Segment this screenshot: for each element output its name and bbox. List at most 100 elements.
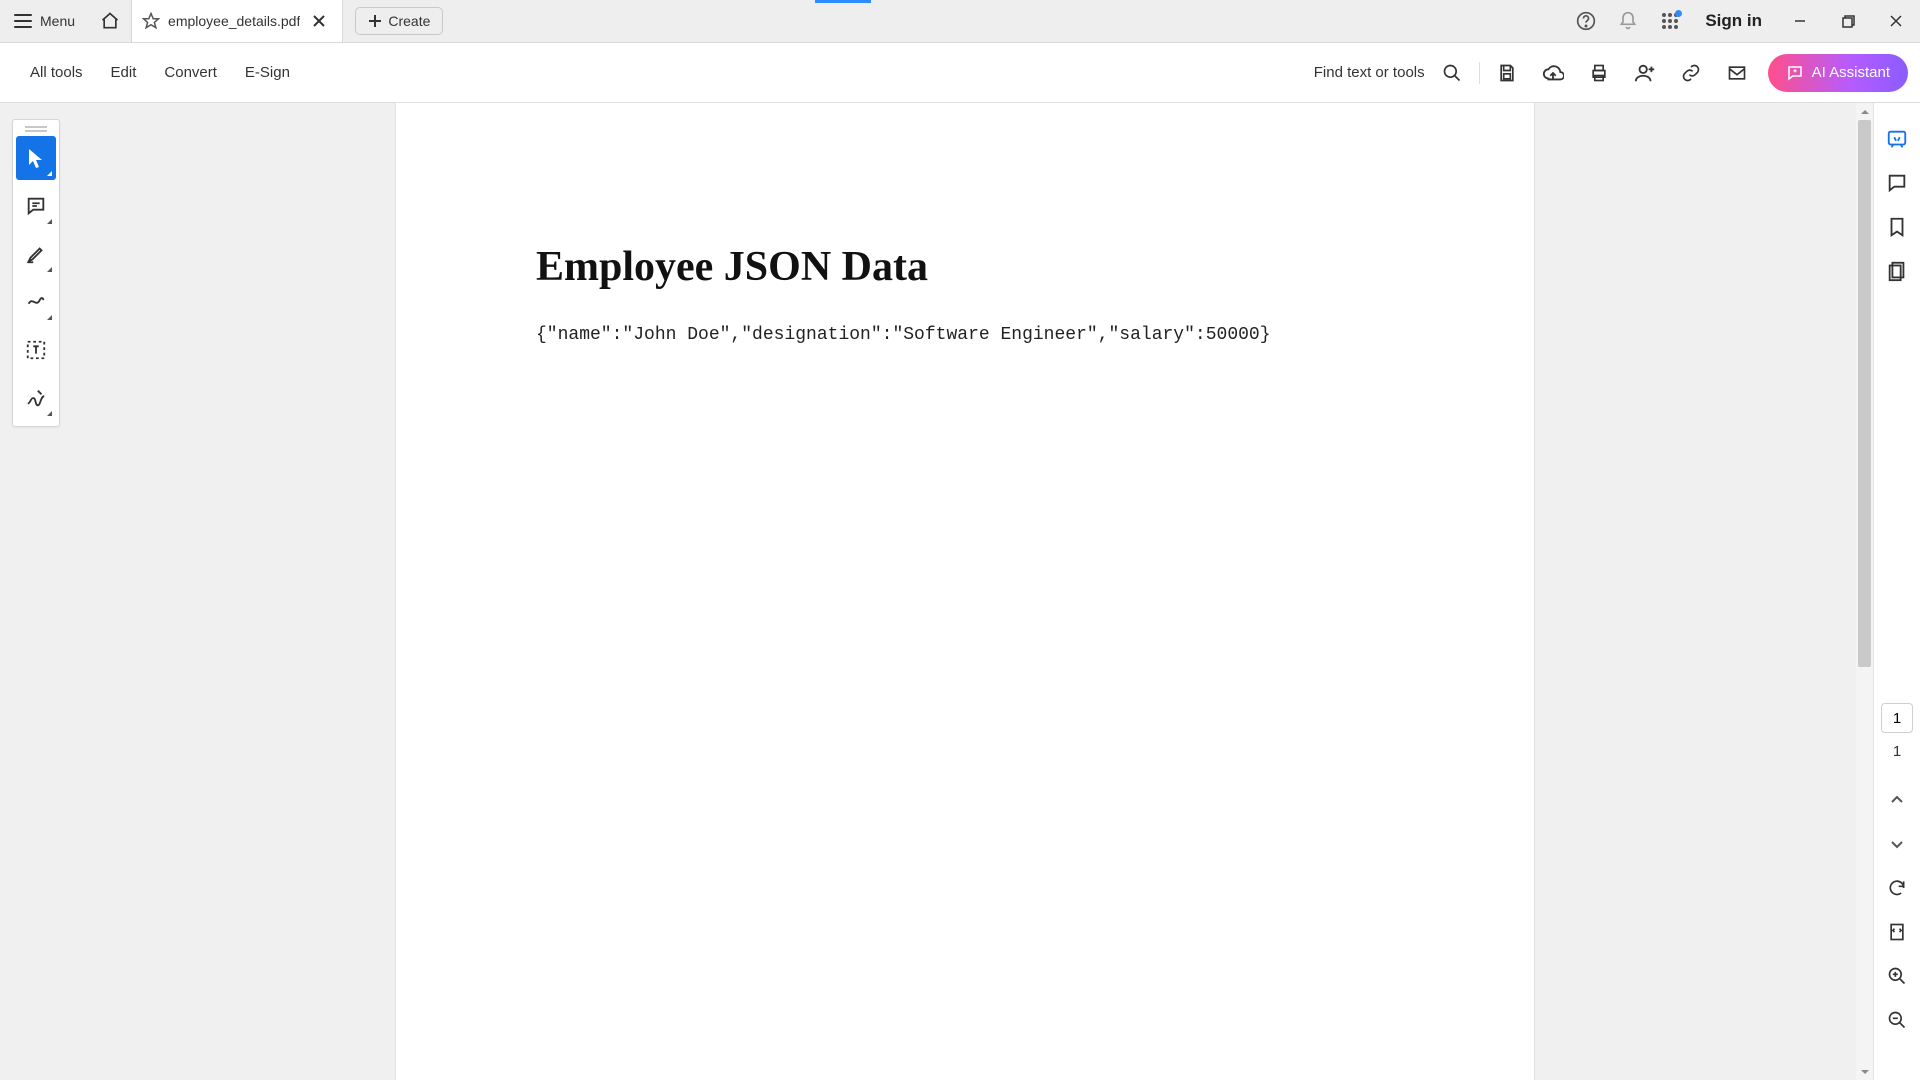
link-icon	[1681, 63, 1701, 83]
ai-panel-button[interactable]	[1877, 117, 1917, 161]
notifications-button[interactable]	[1607, 0, 1649, 42]
ai-assistant-label: AI Assistant	[1812, 64, 1890, 81]
plus-icon	[368, 14, 382, 28]
search-button[interactable]	[1429, 53, 1475, 93]
prev-page-button[interactable]	[1877, 778, 1917, 822]
pdf-page: Employee JSON Data {"name":"John Doe","d…	[396, 103, 1534, 1080]
scroll-down-button[interactable]	[1856, 1063, 1873, 1080]
edit-link[interactable]: Edit	[97, 64, 151, 81]
scroll-track[interactable]	[1856, 120, 1873, 1063]
speech-bubble-icon	[1886, 172, 1908, 194]
add-user-icon	[1634, 62, 1656, 84]
help-button[interactable]	[1565, 0, 1607, 42]
main-toolbar: All tools Edit Convert E-Sign Find text …	[0, 43, 1920, 103]
freehand-icon	[25, 291, 47, 313]
email-button[interactable]	[1714, 53, 1760, 93]
hamburger-icon	[14, 14, 32, 28]
sign-tool[interactable]	[16, 376, 56, 420]
total-pages: 1	[1893, 743, 1901, 760]
window-restore-button[interactable]	[1824, 0, 1872, 42]
rotate-icon	[1887, 878, 1907, 898]
restore-icon	[1842, 15, 1855, 28]
cursor-icon	[26, 147, 46, 169]
text-select-tool[interactable]	[16, 328, 56, 372]
next-page-button[interactable]	[1877, 822, 1917, 866]
search-icon	[1442, 63, 1462, 83]
print-button[interactable]	[1576, 53, 1622, 93]
home-icon	[100, 11, 120, 31]
chevron-up-icon	[1889, 792, 1905, 808]
toolbox-grip[interactable]	[25, 126, 47, 132]
menu-button[interactable]: Menu	[0, 0, 89, 42]
minimize-icon	[1794, 15, 1806, 27]
bookmark-icon	[1886, 216, 1908, 238]
chevron-up-icon	[1860, 107, 1870, 117]
share-users-button[interactable]	[1622, 53, 1668, 93]
annotation-toolbox	[12, 119, 60, 427]
save-button[interactable]	[1484, 53, 1530, 93]
highlighter-icon	[25, 243, 47, 265]
zoom-in-button[interactable]	[1877, 954, 1917, 998]
pages-panel-button[interactable]	[1877, 249, 1917, 293]
scroll-thumb[interactable]	[1858, 120, 1871, 667]
create-label: Create	[388, 13, 430, 29]
mail-icon	[1727, 63, 1747, 83]
document-tab[interactable]: employee_details.pdf	[131, 0, 343, 42]
right-rail: 1 1	[1873, 103, 1920, 1080]
window-minimize-button[interactable]	[1776, 0, 1824, 42]
save-icon	[1497, 63, 1517, 83]
document-body: {"name":"John Doe","designation":"Softwa…	[536, 325, 1394, 345]
highlight-tool[interactable]	[16, 232, 56, 276]
link-button[interactable]	[1668, 53, 1714, 93]
comment-icon	[25, 195, 47, 217]
apps-button[interactable]	[1649, 0, 1691, 42]
select-tool[interactable]	[16, 136, 56, 180]
close-icon	[1890, 15, 1902, 27]
page-fit-button[interactable]	[1877, 910, 1917, 954]
vertical-scrollbar[interactable]	[1856, 103, 1873, 1080]
ai-assistant-button[interactable]: AI Assistant	[1768, 54, 1908, 92]
current-page-value: 1	[1893, 710, 1901, 727]
current-page-input[interactable]: 1	[1881, 703, 1913, 733]
zoom-in-icon	[1887, 966, 1907, 986]
bookmarks-panel-button[interactable]	[1877, 205, 1917, 249]
find-label: Find text or tools	[1314, 64, 1425, 81]
document-title: Employee JSON Data	[536, 243, 1394, 291]
main-area: Employee JSON Data {"name":"John Doe","d…	[0, 103, 1920, 1080]
window-close-button[interactable]	[1872, 0, 1920, 42]
page-fit-icon	[1887, 922, 1907, 942]
convert-link[interactable]: Convert	[150, 64, 231, 81]
tab-close-button[interactable]	[308, 10, 330, 32]
menu-label: Menu	[40, 13, 75, 29]
sign-in-button[interactable]: Sign in	[1691, 11, 1776, 31]
star-icon[interactable]	[142, 12, 160, 30]
top-accent	[815, 0, 871, 3]
tab-title: employee_details.pdf	[168, 13, 300, 29]
comment-tool[interactable]	[16, 184, 56, 228]
cloud-upload-button[interactable]	[1530, 53, 1576, 93]
pages-icon	[1886, 260, 1908, 282]
zoom-out-icon	[1887, 1010, 1907, 1030]
help-icon	[1576, 11, 1596, 31]
create-button[interactable]: Create	[355, 7, 443, 35]
comments-panel-button[interactable]	[1877, 161, 1917, 205]
home-button[interactable]	[89, 0, 131, 42]
esign-link[interactable]: E-Sign	[231, 64, 304, 81]
scroll-up-button[interactable]	[1856, 103, 1873, 120]
zoom-out-button[interactable]	[1877, 998, 1917, 1042]
chevron-down-icon	[1860, 1067, 1870, 1077]
title-bar: Menu employee_details.pdf Create Sign in	[0, 0, 1920, 43]
rotate-button[interactable]	[1877, 866, 1917, 910]
ai-panel-icon	[1886, 128, 1908, 150]
cloud-upload-icon	[1542, 62, 1564, 84]
all-tools-link[interactable]: All tools	[16, 64, 97, 81]
sparkle-chat-icon	[1786, 64, 1804, 82]
toolbar-separator	[1479, 62, 1480, 84]
signature-icon	[25, 387, 47, 409]
close-icon	[313, 15, 325, 27]
text-select-icon	[25, 339, 47, 361]
apps-grid-icon	[1661, 12, 1679, 30]
draw-tool[interactable]	[16, 280, 56, 324]
print-icon	[1589, 63, 1609, 83]
bell-icon	[1618, 11, 1638, 31]
